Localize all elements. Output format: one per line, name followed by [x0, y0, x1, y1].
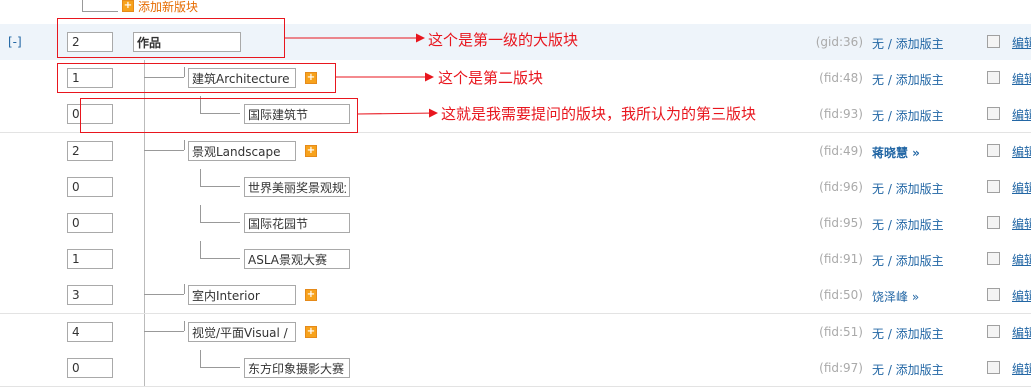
tree-connector [200, 169, 201, 187]
board-id-label: (gid:36) [815, 35, 863, 49]
edit-link[interactable]: 编辑 [1012, 70, 1031, 87]
add-new-board-link[interactable]: 添加新版块 [138, 0, 198, 15]
display-order-input[interactable] [67, 358, 113, 378]
plus-icon[interactable]: + [305, 289, 317, 301]
delete-checkbox[interactable] [987, 144, 1000, 157]
annotation-box-level1 [57, 18, 285, 58]
moderator-link[interactable]: 无 / 添加版主 [872, 107, 944, 124]
board-name-input[interactable] [244, 213, 350, 233]
tree-connector [144, 331, 184, 332]
tree-connector [144, 205, 145, 241]
display-order-input[interactable] [67, 213, 113, 233]
plus-icon[interactable]: + [305, 145, 317, 157]
annotation-text-level3: 这就是我需要提问的版块，我所认为的第三版块 [441, 105, 757, 123]
board-id-label: (fid:49) [819, 144, 863, 158]
board-id-label: (fid:50) [819, 288, 863, 302]
board-name-input[interactable] [244, 358, 350, 378]
annotation-text-level1: 这个是第一级的大版块 [428, 31, 579, 49]
moderator-link[interactable]: 无 / 添加版主 [872, 35, 944, 52]
board-name-input[interactable] [188, 322, 296, 342]
tree-connector [144, 169, 145, 205]
delete-checkbox[interactable] [987, 288, 1000, 301]
tree-connector [144, 150, 184, 151]
moderator-link[interactable]: 饶泽峰 » [872, 288, 919, 305]
board-row: (fid:97) 无 / 添加版主 编辑 [0, 350, 1031, 387]
tree-connector [184, 284, 185, 294]
board-row: + (fid:49) 蒋晓慧 » 编辑 [0, 133, 1031, 170]
board-id-label: (fid:48) [819, 71, 863, 85]
tree-connector [144, 350, 145, 386]
board-name-input[interactable] [188, 141, 296, 161]
display-order-input[interactable] [67, 322, 113, 342]
display-order-input[interactable] [67, 285, 113, 305]
tree-connector [144, 277, 145, 313]
board-id-label: (fid:51) [819, 325, 863, 339]
delete-checkbox[interactable] [987, 252, 1000, 265]
tree-connector [200, 186, 240, 187]
board-row: + (fid:51) 无 / 添加版主 编辑 [0, 314, 1031, 351]
tree-connector [144, 133, 145, 169]
display-order-input[interactable] [67, 141, 113, 161]
plus-icon[interactable]: + [122, 0, 134, 12]
edit-link[interactable]: 编辑 [1012, 215, 1031, 232]
board-row: (fid:96) 无 / 添加版主 编辑 [0, 169, 1031, 206]
annotation-box-level2 [57, 63, 336, 93]
delete-checkbox[interactable] [987, 180, 1000, 193]
board-id-label: (fid:93) [819, 107, 863, 121]
plus-icon[interactable]: + [305, 326, 317, 338]
board-row: (fid:95) 无 / 添加版主 编辑 [0, 205, 1031, 242]
delete-checkbox[interactable] [987, 107, 1000, 120]
tree-connector [144, 314, 145, 350]
delete-checkbox[interactable] [987, 71, 1000, 84]
tree-connector [184, 321, 185, 331]
edit-link[interactable]: 编辑 [1012, 106, 1031, 123]
edit-link[interactable]: 编辑 [1012, 287, 1031, 304]
tree-connector [82, 11, 118, 12]
board-id-label: (fid:95) [819, 216, 863, 230]
tree-connector [144, 294, 184, 295]
moderator-link[interactable]: 无 / 添加版主 [872, 71, 944, 88]
moderator-link[interactable]: 无 / 添加版主 [872, 252, 944, 269]
annotation-text-level2: 这个是第二版块 [438, 69, 544, 87]
board-name-input[interactable] [244, 249, 350, 269]
delete-checkbox[interactable] [987, 361, 1000, 374]
board-id-label: (fid:96) [819, 180, 863, 194]
display-order-input[interactable] [67, 177, 113, 197]
moderator-link[interactable]: 无 / 添加版主 [872, 180, 944, 197]
edit-link[interactable]: 编辑 [1012, 179, 1031, 196]
moderator-link[interactable]: 无 / 添加版主 [872, 361, 944, 378]
moderator-link[interactable]: 蒋晓慧 » [872, 144, 920, 161]
delete-checkbox[interactable] [987, 35, 1000, 48]
moderator-link[interactable]: 无 / 添加版主 [872, 325, 944, 342]
tree-connector [200, 258, 240, 259]
edit-link[interactable]: 编辑 [1012, 34, 1031, 51]
collapse-toggle[interactable]: [-] [8, 35, 22, 49]
tree-connector [200, 367, 240, 368]
board-id-label: (fid:97) [819, 361, 863, 375]
board-name-input[interactable] [244, 177, 350, 197]
tree-connector [200, 205, 201, 223]
edit-link[interactable]: 编辑 [1012, 324, 1031, 341]
edit-link[interactable]: 编辑 [1012, 143, 1031, 160]
delete-checkbox[interactable] [987, 325, 1000, 338]
edit-link[interactable]: 编辑 [1012, 251, 1031, 268]
moderator-link[interactable]: 无 / 添加版主 [872, 216, 944, 233]
board-row: + (fid:50) 饶泽峰 » 编辑 [0, 277, 1031, 314]
edit-link[interactable]: 编辑 [1012, 360, 1031, 377]
tree-connector [144, 241, 145, 277]
annotation-box-level3 [80, 98, 358, 133]
tree-connector [200, 222, 240, 223]
tree-connector [184, 140, 185, 150]
board-row: (fid:91) 无 / 添加版主 编辑 [0, 241, 1031, 278]
delete-checkbox[interactable] [987, 216, 1000, 229]
board-name-input[interactable] [188, 285, 296, 305]
tree-connector [200, 350, 201, 368]
display-order-input[interactable] [67, 249, 113, 269]
board-id-label: (fid:91) [819, 252, 863, 266]
tree-connector [200, 241, 201, 259]
